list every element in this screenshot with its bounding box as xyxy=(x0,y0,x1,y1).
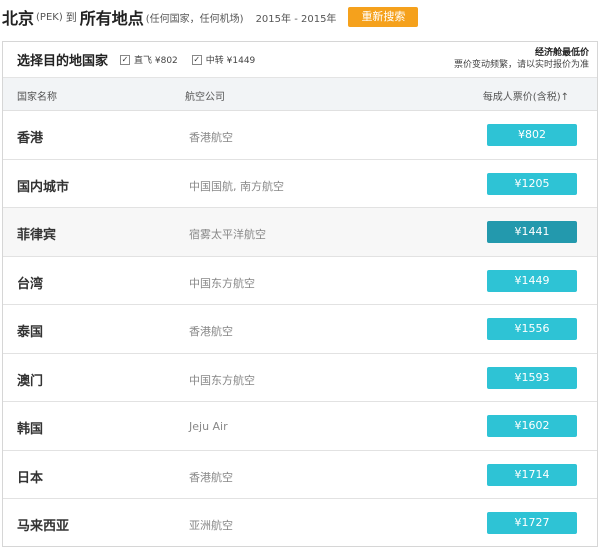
table-row[interactable]: 日本 香港航空 ¥1714 xyxy=(3,451,597,499)
destination: 所有地点 xyxy=(79,9,144,28)
table-row[interactable]: 泰国 香港航空 ¥1556 xyxy=(3,305,597,354)
origin-code: (PEK) xyxy=(36,11,63,23)
price-button[interactable]: ¥1602 xyxy=(487,415,577,437)
table-row[interactable]: 菲律宾 宿雾太平洋航空 ¥1441 xyxy=(3,208,597,257)
table-row[interactable]: 香港 香港航空 ¥802 xyxy=(3,111,597,160)
country-name: 台湾 xyxy=(17,276,44,292)
price-button[interactable]: ¥1441 xyxy=(487,221,577,243)
results-panel: 选择目的地国家 ✓ 直飞 ¥802 ✓ 中转 ¥1449 经济舱最低价 票价变动… xyxy=(2,41,598,547)
filter-row: 选择目的地国家 ✓ 直飞 ¥802 ✓ 中转 ¥1449 经济舱最低价 票价变动… xyxy=(3,42,597,78)
column-header-country: 国家名称 xyxy=(17,92,57,103)
country-name: 国内城市 xyxy=(17,179,70,195)
price-button[interactable]: ¥1449 xyxy=(487,269,577,292)
destination-note: (任何国家，任何机场) xyxy=(145,13,244,25)
direct-flight-checkbox[interactable]: ✓ 直飞 ¥802 xyxy=(120,53,178,66)
airline-name: 香港航空 xyxy=(189,470,233,484)
checkbox-check-icon[interactable]: ✓ xyxy=(191,54,202,65)
country-name: 泰国 xyxy=(17,325,44,340)
airline-name: 香港航空 xyxy=(189,131,233,144)
airline-name: 中国东方航空 xyxy=(189,373,255,387)
table-body: 香港 香港航空 ¥802 国内城市 中国国航, 南方航空 ¥1205 菲律宾 宿… xyxy=(3,111,597,546)
search-summary-bar: 北京 (PEK) 到 所有地点 (任何国家，任何机场) 2015年 - 2015… xyxy=(0,0,600,34)
airline-name: 中国东方航空 xyxy=(189,276,255,290)
notice-subtitle: 票价变动频繁，请以实时报价为准 xyxy=(453,60,589,70)
re-search-button[interactable]: 重新搜索 xyxy=(348,7,419,27)
notice-title: 经济舱最低价 xyxy=(534,48,589,58)
table-row[interactable]: 国内城市 中国国航, 南方航空 ¥1205 xyxy=(3,160,597,208)
price-notice: 经济舱最低价 票价变动频繁，请以实时报价为准 xyxy=(454,47,589,71)
country-name: 香港 xyxy=(17,131,44,146)
transfer-flight-checkbox[interactable]: ✓ 中转 ¥1449 xyxy=(191,53,256,66)
filter-title: 选择目的地国家 xyxy=(17,54,109,69)
price-button[interactable]: ¥1205 xyxy=(487,172,577,195)
transfer-flight-label: 中转 ¥1449 xyxy=(205,56,256,66)
airline-name: 中国国航, 南方航空 xyxy=(189,179,284,193)
country-name: 澳门 xyxy=(17,373,44,389)
country-name: 马来西亚 xyxy=(17,519,70,534)
country-name: 菲律宾 xyxy=(17,228,57,243)
direct-flight-label: 直飞 ¥802 xyxy=(134,56,178,66)
price-button[interactable]: ¥1593 xyxy=(487,366,577,389)
column-header-price-sort[interactable]: 每成人票价(含税)↑ xyxy=(483,88,569,103)
origin-city: 北京 xyxy=(2,9,35,28)
country-name: 日本 xyxy=(17,470,44,486)
price-button[interactable]: ¥802 xyxy=(487,124,577,146)
table-header: 国家名称 航空公司 每成人票价(含税)↑ xyxy=(3,78,597,111)
airline-name: 亚洲航空 xyxy=(189,519,233,532)
date-range: 2015年 - 2015年 xyxy=(255,13,337,25)
price-button[interactable]: ¥1556 xyxy=(487,318,577,340)
to-word: 到 xyxy=(65,11,77,24)
airline-name: 香港航空 xyxy=(189,325,233,338)
table-row[interactable]: 台湾 中国东方航空 ¥1449 xyxy=(3,257,597,305)
checkbox-check-icon[interactable]: ✓ xyxy=(120,54,131,65)
table-row[interactable]: 马来西亚 亚洲航空 ¥1727 xyxy=(3,499,597,546)
table-row[interactable]: 澳门 中国东方航空 ¥1593 xyxy=(3,354,597,402)
airline-name: Jeju Air xyxy=(189,420,228,433)
table-row[interactable]: 韩国 Jeju Air ¥1602 xyxy=(3,402,597,451)
column-header-airline: 航空公司 xyxy=(185,92,225,103)
country-name: 韩国 xyxy=(17,422,44,437)
airline-name: 宿雾太平洋航空 xyxy=(189,228,266,241)
price-button[interactable]: ¥1727 xyxy=(487,512,577,534)
price-button[interactable]: ¥1714 xyxy=(487,463,577,486)
